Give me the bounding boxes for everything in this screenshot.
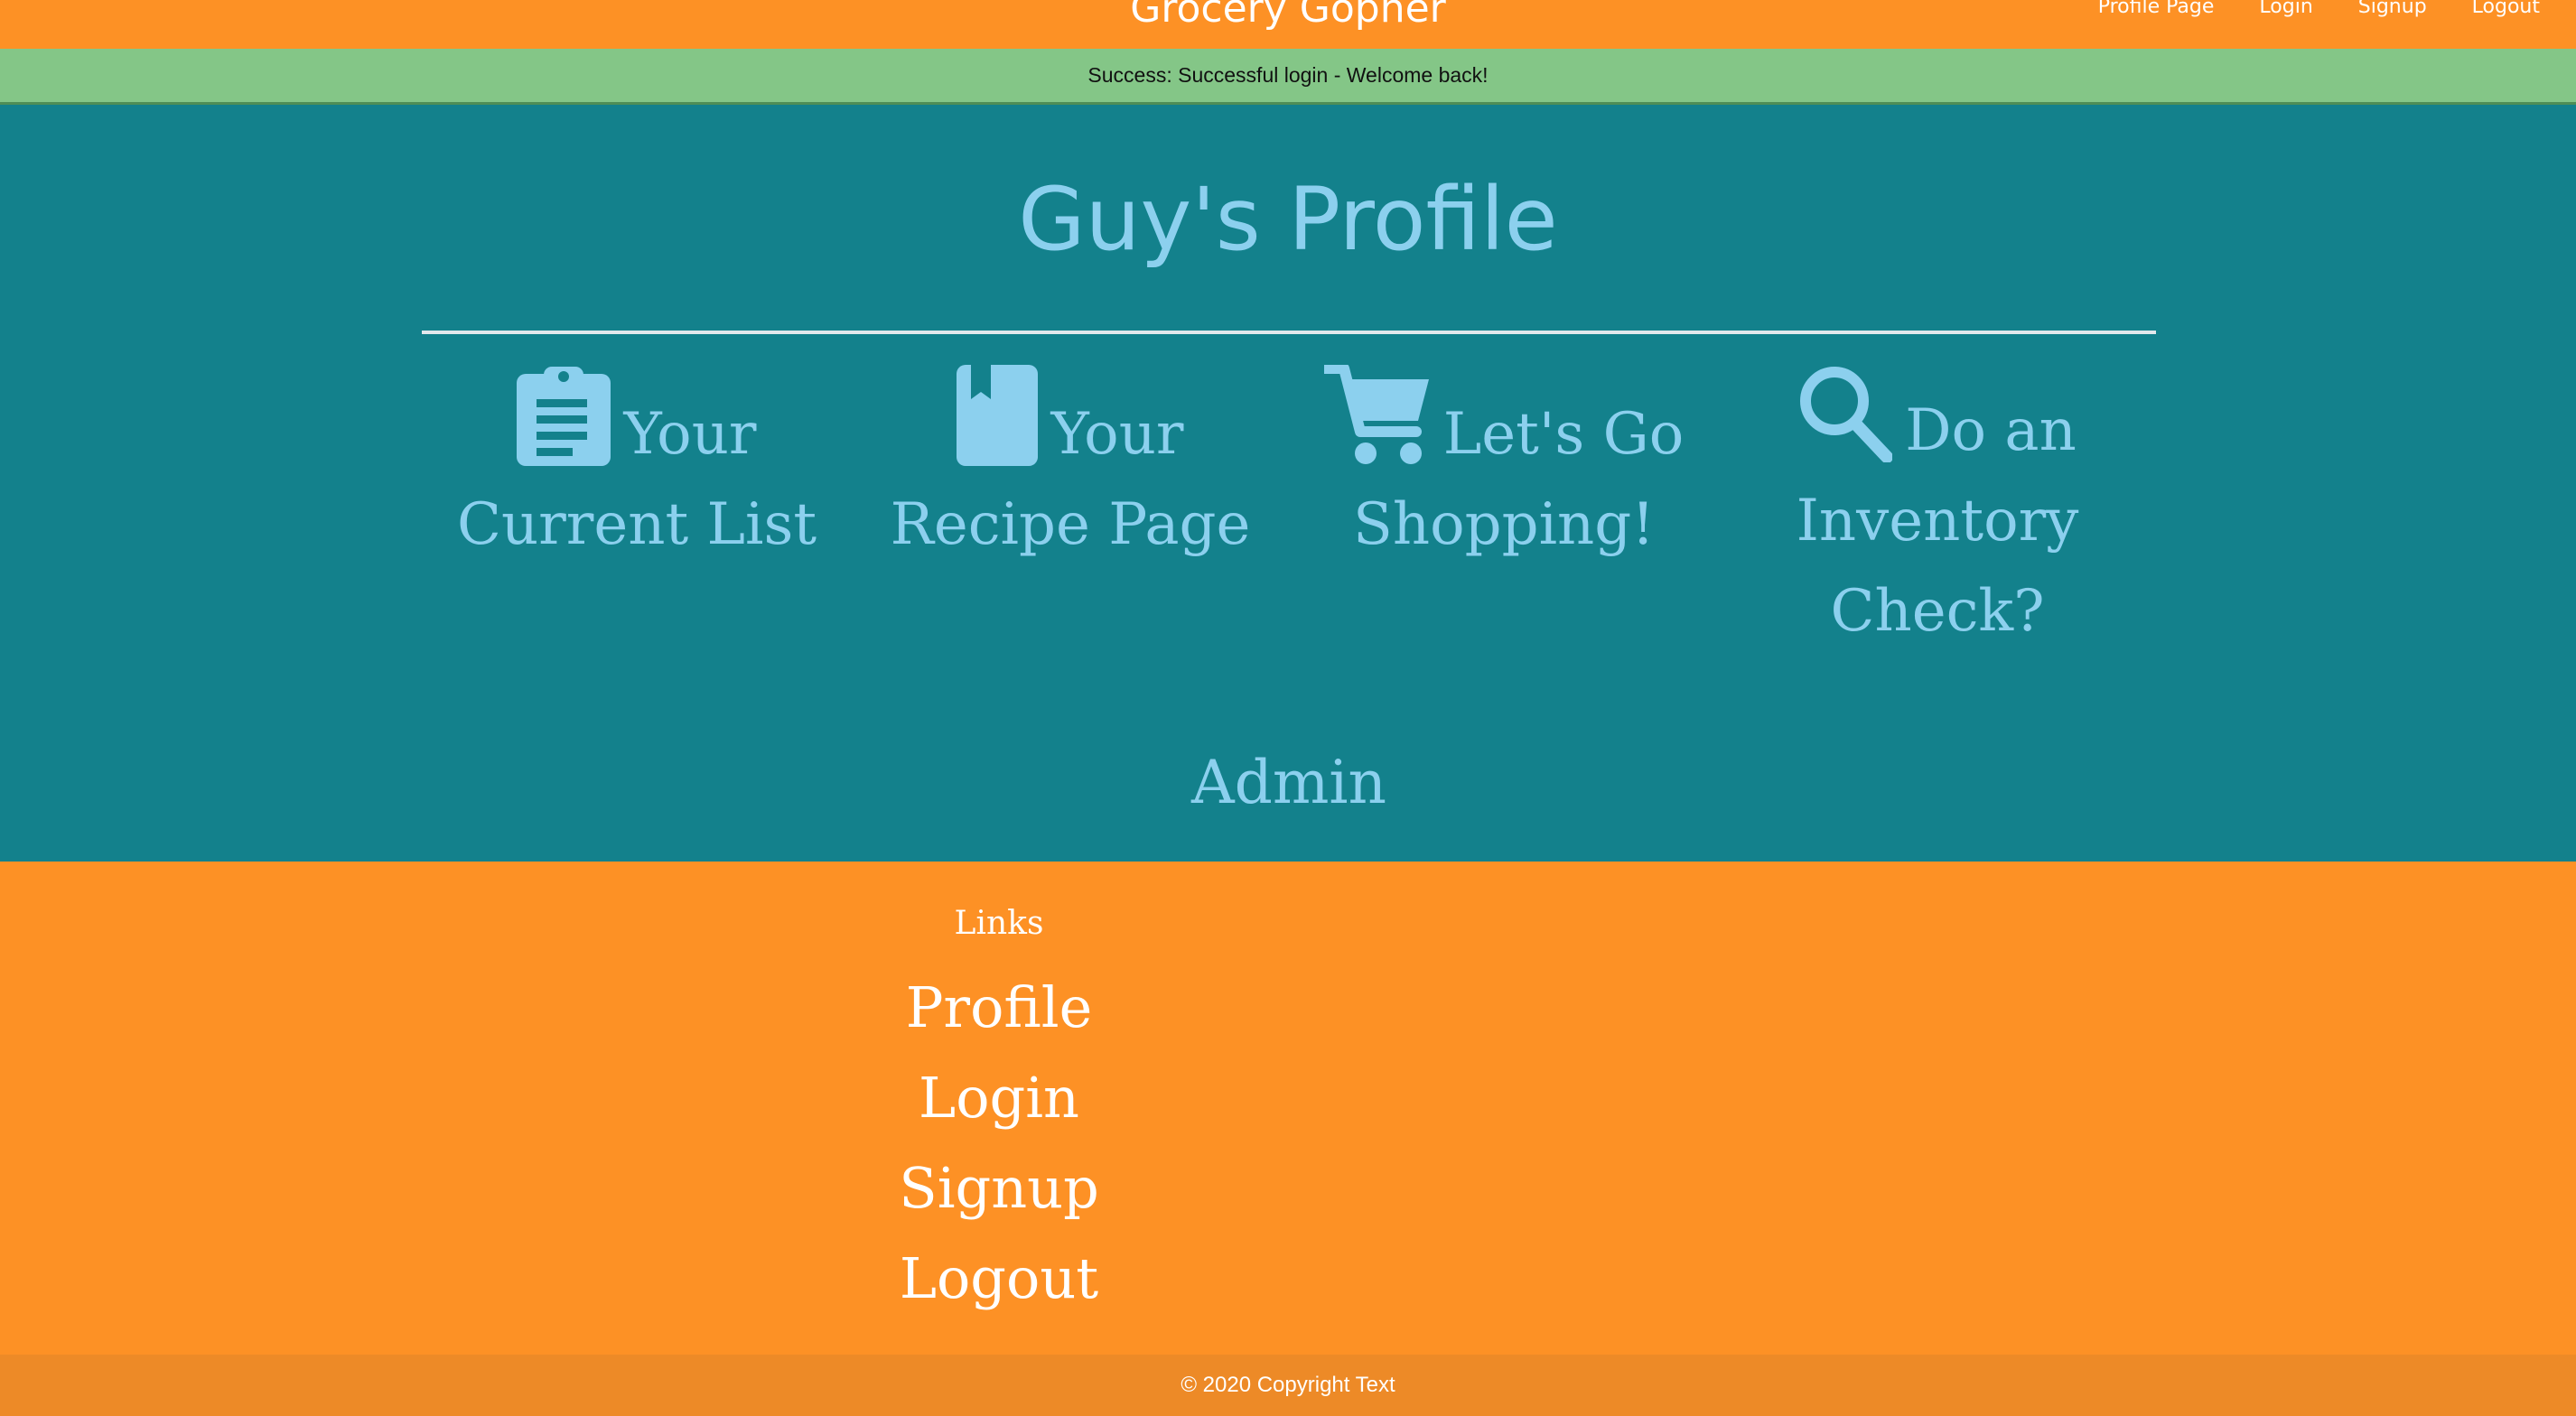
search-icon (1798, 365, 1893, 462)
nav-links: Profile Page Login Signup Logout (2098, 0, 2540, 18)
success-alert: Success: Successful login - Welcome back… (0, 49, 2576, 105)
footer-link-logout[interactable]: Logout (818, 1234, 1180, 1324)
footer: Links Profile Login Signup Logout (0, 862, 2576, 1355)
footer-link-signup[interactable]: Signup (818, 1143, 1180, 1234)
admin-link[interactable]: Admin (1108, 742, 1470, 824)
nav-link-signup[interactable]: Signup (2358, 0, 2427, 18)
copyright-text: © 2020 Copyright Text (0, 1355, 2576, 1416)
divider (422, 331, 2156, 334)
brand-logo[interactable]: Grocery Gopher (1130, 0, 1446, 29)
footer-links-heading: Links (954, 905, 1044, 942)
page-title: Guy's Profile (1018, 169, 1558, 270)
footer-link-profile[interactable]: Profile (818, 963, 1180, 1053)
card-label: Your Recipe Page (890, 401, 1251, 558)
card-current-list[interactable]: Your Current List (438, 365, 835, 570)
nav-link-login[interactable]: Login (2259, 0, 2312, 18)
top-navbar: Grocery Gopher Profile Page Login Signup… (0, 0, 2576, 49)
footer-links: Profile Login Signup Logout (818, 963, 1180, 1324)
card-label: Your Current List (456, 401, 817, 558)
shopping-cart-icon (1323, 365, 1431, 466)
clipboard-icon (517, 365, 611, 466)
nav-link-profile-page[interactable]: Profile Page (2098, 0, 2215, 18)
card-go-shopping[interactable]: Let's Go Shopping! (1305, 365, 1703, 570)
footer-link-login[interactable]: Login (818, 1053, 1180, 1143)
book-icon (957, 365, 1039, 466)
profile-section: Guy's Profile Your Current List Your Rec… (0, 105, 2576, 862)
card-inventory-check[interactable]: Do an Inventory Check? (1739, 365, 2136, 657)
nav-link-logout[interactable]: Logout (2472, 0, 2540, 18)
card-recipe-page[interactable]: Your Recipe Page (872, 365, 1269, 570)
